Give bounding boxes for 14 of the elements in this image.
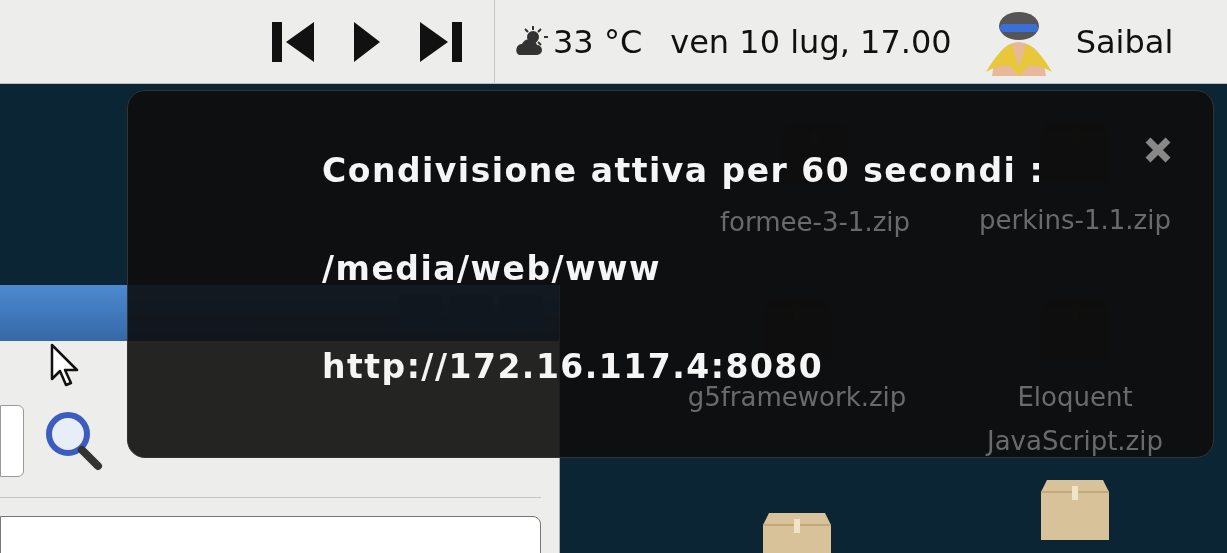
notification-text[interactable]: http://172.16.117.4:8080: [322, 349, 824, 385]
file-label[interactable]: Eloquent JavaScript.zip: [950, 375, 1200, 463]
file-label[interactable]: formee-3-1.zip: [719, 200, 911, 244]
notification-text[interactable]: /media/web/www: [322, 251, 662, 287]
search-icon[interactable]: [44, 410, 104, 472]
pointer-icon: [50, 343, 80, 389]
text-area[interactable]: [0, 516, 541, 553]
search-field[interactable]: [0, 405, 24, 477]
notification-text: Condivisione attiva per 60 secondi :: [322, 153, 1045, 189]
clock-text[interactable]: ven 10 lug, 17.00: [670, 17, 952, 66]
user-name[interactable]: Saibal: [1075, 17, 1174, 66]
file-label[interactable]: perkins-1.1.zip: [979, 198, 1171, 242]
close-icon[interactable]: [1143, 135, 1173, 165]
temperature-text: 33 °C: [553, 21, 643, 63]
